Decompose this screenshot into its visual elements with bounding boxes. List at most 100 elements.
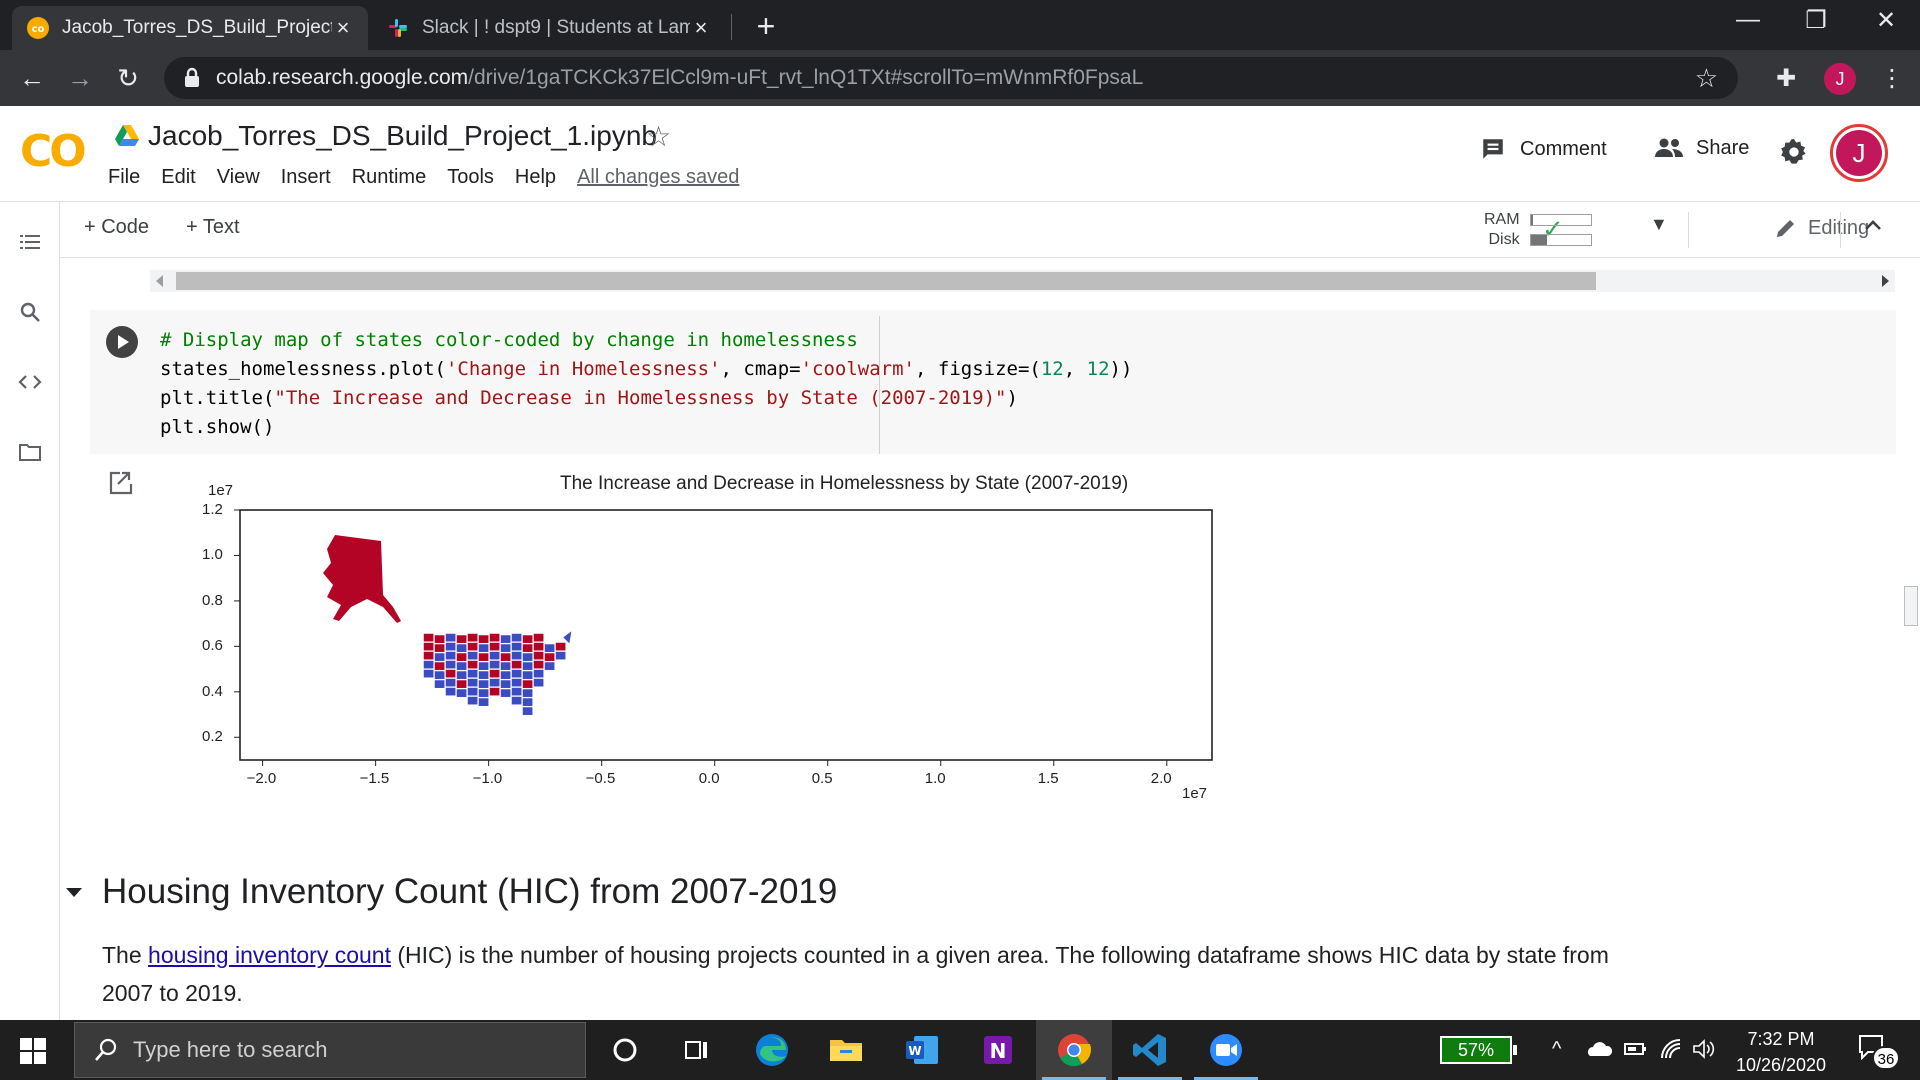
battery-tray-icon[interactable] bbox=[1624, 1038, 1648, 1060]
vscode-icon[interactable] bbox=[1130, 1030, 1170, 1070]
us-state-cell bbox=[554, 650, 567, 661]
extensions-icon[interactable]: ✚ bbox=[1776, 64, 1796, 93]
zoom-icon[interactable] bbox=[1206, 1030, 1246, 1070]
run-cell-button[interactable] bbox=[106, 326, 138, 358]
files-folder-icon[interactable] bbox=[16, 440, 44, 468]
chrome-profile-avatar[interactable]: J bbox=[1824, 63, 1856, 95]
edge-icon[interactable] bbox=[752, 1030, 792, 1070]
editing-mode-button[interactable]: Editing bbox=[1774, 216, 1869, 240]
restore-icon[interactable]: ❐ bbox=[1786, 6, 1846, 38]
bookmark-star-icon[interactable]: ☆ bbox=[1695, 63, 1718, 94]
resource-monitor[interactable]: RAM Disk bbox=[1484, 210, 1592, 250]
us-state-cell bbox=[521, 634, 534, 644]
table-of-contents-icon[interactable] bbox=[16, 230, 44, 258]
show-hidden-icons-icon[interactable]: ^ bbox=[1552, 1038, 1561, 1061]
tab-colab[interactable]: co Jacob_Torres_DS_Build_Project_1.ipy × bbox=[12, 6, 368, 50]
output-redirect-icon[interactable] bbox=[108, 470, 134, 496]
volume-icon[interactable] bbox=[1692, 1038, 1716, 1060]
resource-dropdown-icon[interactable]: ▼ bbox=[1650, 214, 1668, 235]
left-sidebar bbox=[0, 202, 60, 1020]
notebook-toolbar: + Code + Text ✓ RAM Disk ▼ Editing bbox=[60, 202, 1920, 258]
us-state-cell bbox=[499, 643, 512, 653]
address-bar[interactable]: colab.research.google.com/drive/1gaTCKCk… bbox=[164, 57, 1738, 99]
comment-button[interactable]: Comment bbox=[1480, 136, 1607, 162]
screen: co Jacob_Torres_DS_Build_Project_1.ipy ×… bbox=[0, 0, 1920, 1080]
wifi-icon[interactable] bbox=[1660, 1038, 1684, 1060]
code-token: "The Increase and Decrease in Homelessne… bbox=[274, 387, 1007, 409]
share-button[interactable]: Share bbox=[1654, 136, 1749, 160]
markdown-paragraph: The housing inventory count (HIC) is the… bbox=[102, 942, 1609, 1006]
system-clock[interactable]: 7:32 PM 10/26/2020 bbox=[1726, 1026, 1836, 1078]
word-icon[interactable]: W bbox=[902, 1030, 942, 1070]
chrome-menu-icon[interactable]: ⋮ bbox=[1880, 64, 1904, 93]
add-text-button[interactable]: + Text bbox=[186, 216, 240, 239]
code-token: 'coolwarm' bbox=[800, 358, 915, 380]
x-tick-label: 2.0 bbox=[1150, 770, 1172, 787]
scrollbar-thumb[interactable] bbox=[176, 272, 1596, 290]
chrome-icon[interactable] bbox=[1054, 1030, 1094, 1070]
action-center-icon[interactable]: 36 bbox=[1858, 1034, 1900, 1070]
code-token: states_homelessness.plot( bbox=[160, 358, 446, 380]
code-cell[interactable]: # Display map of states color-coded by c… bbox=[90, 310, 1896, 454]
notebook-title[interactable]: Jacob_Torres_DS_Build_Project_1.ipynb bbox=[114, 120, 657, 152]
file-explorer-icon[interactable] bbox=[826, 1030, 866, 1070]
code-snippets-icon[interactable] bbox=[16, 370, 44, 398]
menu-view[interactable]: View bbox=[217, 166, 260, 189]
us-state-cell bbox=[521, 697, 534, 707]
collapse-header-icon[interactable] bbox=[1862, 214, 1884, 242]
onedrive-cloud-icon[interactable] bbox=[1584, 1038, 1612, 1060]
ram-bar-fill bbox=[1530, 215, 1533, 225]
us-state-cell bbox=[433, 652, 446, 662]
close-window-icon[interactable]: ✕ bbox=[1856, 6, 1916, 38]
back-icon[interactable]: ← bbox=[14, 60, 50, 96]
forward-icon[interactable]: → bbox=[62, 60, 98, 96]
collapse-section-caret-icon[interactable] bbox=[66, 887, 82, 897]
vertical-scrollbar-thumb[interactable] bbox=[1904, 586, 1918, 626]
toolbar-divider bbox=[1840, 212, 1841, 248]
tab-title: Jacob_Torres_DS_Build_Project_1.ipy bbox=[62, 17, 332, 38]
code-token: ) bbox=[1006, 387, 1018, 409]
taskbar-search-box[interactable]: Type here to search bbox=[74, 1022, 586, 1078]
housing-inventory-count-link[interactable]: housing inventory count bbox=[148, 942, 391, 968]
save-status[interactable]: All changes saved bbox=[577, 166, 739, 189]
code-editor[interactable]: # Display map of states color-coded by c… bbox=[160, 326, 1132, 442]
add-code-button[interactable]: + Code bbox=[84, 216, 149, 239]
us-state-cell bbox=[532, 659, 545, 670]
battery-indicator[interactable]: 57% bbox=[1440, 1036, 1517, 1064]
settings-gear-icon[interactable] bbox=[1780, 138, 1808, 166]
menu-edit[interactable]: Edit bbox=[161, 166, 195, 189]
menu-help[interactable]: Help bbox=[515, 166, 556, 189]
ram-bar bbox=[1529, 214, 1592, 226]
close-tab-icon[interactable]: × bbox=[332, 15, 354, 41]
scroll-right-arrow-icon[interactable] bbox=[1882, 275, 1889, 287]
y-tick-label: 0.4 bbox=[202, 682, 223, 700]
menu-runtime[interactable]: Runtime bbox=[352, 166, 426, 189]
new-tab-icon[interactable]: + bbox=[748, 8, 784, 45]
code-line: states_homelessness.plot('Change in Home… bbox=[160, 355, 1132, 384]
horizontal-scrollbar[interactable] bbox=[150, 270, 1895, 292]
minimize-icon[interactable]: — bbox=[1718, 6, 1778, 38]
us-state-cell bbox=[455, 643, 468, 653]
account-avatar[interactable]: J bbox=[1830, 124, 1888, 182]
star-notebook-icon[interactable]: ☆ bbox=[646, 120, 671, 153]
search-icon[interactable] bbox=[16, 300, 44, 328]
reload-icon[interactable]: ↻ bbox=[110, 60, 146, 96]
us-state-cell bbox=[433, 679, 446, 689]
us-state-cell bbox=[488, 659, 501, 670]
windows-start-icon[interactable] bbox=[20, 1038, 46, 1064]
section-header[interactable]: Housing Inventory Count (HIC) from 2007-… bbox=[66, 872, 837, 912]
menu-file[interactable]: File bbox=[108, 166, 140, 189]
us-state-cell bbox=[477, 661, 490, 671]
tab-slack[interactable]: Slack | ! dspt9 | Students at Lambda × bbox=[372, 6, 726, 50]
task-view-icon[interactable] bbox=[676, 1030, 716, 1070]
colab-logo[interactable]: CO bbox=[20, 126, 87, 177]
menu-insert[interactable]: Insert bbox=[281, 166, 331, 189]
close-tab-icon[interactable]: × bbox=[690, 15, 712, 41]
us-state-cell bbox=[510, 686, 523, 697]
onenote-icon[interactable]: N bbox=[978, 1030, 1018, 1070]
menu-tools[interactable]: Tools bbox=[447, 166, 494, 189]
scroll-left-arrow-icon[interactable] bbox=[156, 275, 163, 287]
slack-icon bbox=[389, 19, 407, 37]
us-state-cell bbox=[499, 679, 512, 689]
cortana-icon[interactable] bbox=[605, 1030, 645, 1070]
